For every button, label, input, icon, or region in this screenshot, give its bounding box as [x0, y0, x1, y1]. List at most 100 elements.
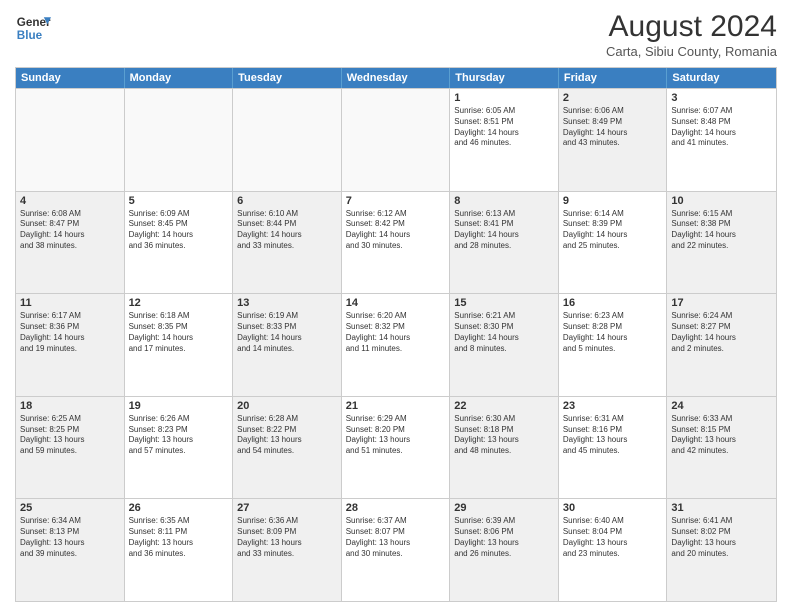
day-number: 11	[20, 297, 120, 309]
logo: General Blue	[15, 10, 51, 46]
month-title: August 2024	[606, 10, 777, 44]
day-info: Sunrise: 6:06 AM Sunset: 8:49 PM Dayligh…	[563, 106, 663, 149]
day-number: 7	[346, 195, 446, 207]
calendar: SundayMondayTuesdayWednesdayThursdayFrid…	[15, 67, 777, 602]
day-cell-5: 5 Sunrise: 6:09 AM Sunset: 8:45 PM Daylig…	[125, 192, 234, 294]
day-info: Sunrise: 6:13 AM Sunset: 8:41 PM Dayligh…	[454, 209, 554, 252]
day-header-thursday: Thursday	[450, 68, 559, 88]
day-number: 4	[20, 195, 120, 207]
day-info: Sunrise: 6:24 AM Sunset: 8:27 PM Dayligh…	[671, 311, 772, 354]
day-number: 21	[346, 400, 446, 412]
calendar-row-4: 18 Sunrise: 6:25 AM Sunset: 8:25 PM Dayli…	[16, 396, 776, 499]
day-cell-10: 10 Sunrise: 6:15 AM Sunset: 8:38 PM Dayli…	[667, 192, 776, 294]
day-cell-13: 13Sunrise: 6:19 AM Sunset: 8:33 PM Dayli…	[233, 294, 342, 396]
title-block: August 2024 Carta, Sibiu County, Romania	[606, 10, 777, 59]
day-cell-31: 31 Sunrise: 6:41 AM Sunset: 8:02 PM Dayli…	[667, 499, 776, 601]
calendar-row-3: 11 Sunrise: 6:17 AM Sunset: 8:36 PM Dayli…	[16, 293, 776, 396]
day-cell-22: 22 Sunrise: 6:30 AM Sunset: 8:18 PM Dayli…	[450, 397, 559, 499]
day-header-wednesday: Wednesday	[342, 68, 451, 88]
day-number: 31	[671, 502, 772, 514]
day-info: Sunrise: 6:10 AM Sunset: 8:44 PM Dayligh…	[237, 209, 337, 252]
day-info: Sunrise: 6:17 AM Sunset: 8:36 PM Dayligh…	[20, 311, 120, 354]
day-cell-4: 4 Sunrise: 6:08 AM Sunset: 8:47 PM Daylig…	[16, 192, 125, 294]
day-cell-7: 7 Sunrise: 6:12 AM Sunset: 8:42 PM Daylig…	[342, 192, 451, 294]
day-header-monday: Monday	[125, 68, 234, 88]
day-info: Sunrise: 6:36 AM Sunset: 8:09 PM Dayligh…	[237, 516, 337, 559]
day-number: 3	[671, 92, 772, 104]
day-cell-29: 29Sunrise: 6:39 AM Sunset: 8:06 PM Dayli…	[450, 499, 559, 601]
day-info: Sunrise: 6:12 AM Sunset: 8:42 PM Dayligh…	[346, 209, 446, 252]
day-cell-20: 20Sunrise: 6:28 AM Sunset: 8:22 PM Dayli…	[233, 397, 342, 499]
day-info: Sunrise: 6:09 AM Sunset: 8:45 PM Dayligh…	[129, 209, 229, 252]
day-cell-2: 2 Sunrise: 6:06 AM Sunset: 8:49 PM Daylig…	[559, 89, 668, 191]
day-cell-28: 28 Sunrise: 6:37 AM Sunset: 8:07 PM Dayli…	[342, 499, 451, 601]
day-info: Sunrise: 6:15 AM Sunset: 8:38 PM Dayligh…	[671, 209, 772, 252]
day-cell-9: 9Sunrise: 6:14 AM Sunset: 8:39 PM Daylig…	[559, 192, 668, 294]
day-info: Sunrise: 6:30 AM Sunset: 8:18 PM Dayligh…	[454, 414, 554, 457]
page: General Blue August 2024 Carta, Sibiu Co…	[0, 0, 792, 612]
day-number: 9	[563, 195, 663, 207]
calendar-row-5: 25Sunrise: 6:34 AM Sunset: 8:13 PM Dayli…	[16, 498, 776, 601]
calendar-row-2: 4 Sunrise: 6:08 AM Sunset: 8:47 PM Daylig…	[16, 191, 776, 294]
location-subtitle: Carta, Sibiu County, Romania	[606, 44, 777, 59]
day-cell-30: 30Sunrise: 6:40 AM Sunset: 8:04 PM Dayli…	[559, 499, 668, 601]
day-number: 2	[563, 92, 663, 104]
day-info: Sunrise: 6:35 AM Sunset: 8:11 PM Dayligh…	[129, 516, 229, 559]
day-cell-8: 8Sunrise: 6:13 AM Sunset: 8:41 PM Daylig…	[450, 192, 559, 294]
day-info: Sunrise: 6:20 AM Sunset: 8:32 PM Dayligh…	[346, 311, 446, 354]
day-number: 25	[20, 502, 120, 514]
day-number: 30	[563, 502, 663, 514]
day-cell-15: 15 Sunrise: 6:21 AM Sunset: 8:30 PM Dayli…	[450, 294, 559, 396]
day-cell-3: 3 Sunrise: 6:07 AM Sunset: 8:48 PM Daylig…	[667, 89, 776, 191]
day-number: 26	[129, 502, 229, 514]
day-number: 13	[237, 297, 337, 309]
day-number: 17	[671, 297, 772, 309]
header: General Blue August 2024 Carta, Sibiu Co…	[15, 10, 777, 59]
day-number: 15	[454, 297, 554, 309]
day-number: 24	[671, 400, 772, 412]
day-cell-11: 11 Sunrise: 6:17 AM Sunset: 8:36 PM Dayli…	[16, 294, 125, 396]
day-info: Sunrise: 6:21 AM Sunset: 8:30 PM Dayligh…	[454, 311, 554, 354]
day-number: 23	[563, 400, 663, 412]
day-cell-24: 24 Sunrise: 6:33 AM Sunset: 8:15 PM Dayli…	[667, 397, 776, 499]
day-header-friday: Friday	[559, 68, 668, 88]
day-info: Sunrise: 6:07 AM Sunset: 8:48 PM Dayligh…	[671, 106, 772, 149]
day-number: 5	[129, 195, 229, 207]
calendar-row-1: 1 Sunrise: 6:05 AM Sunset: 8:51 PM Daylig…	[16, 88, 776, 191]
day-number: 18	[20, 400, 120, 412]
day-info: Sunrise: 6:05 AM Sunset: 8:51 PM Dayligh…	[454, 106, 554, 149]
day-number: 22	[454, 400, 554, 412]
day-info: Sunrise: 6:29 AM Sunset: 8:20 PM Dayligh…	[346, 414, 446, 457]
day-number: 10	[671, 195, 772, 207]
day-info: Sunrise: 6:39 AM Sunset: 8:06 PM Dayligh…	[454, 516, 554, 559]
day-info: Sunrise: 6:33 AM Sunset: 8:15 PM Dayligh…	[671, 414, 772, 457]
day-cell-19: 19Sunrise: 6:26 AM Sunset: 8:23 PM Dayli…	[125, 397, 234, 499]
day-cell-27: 27 Sunrise: 6:36 AM Sunset: 8:09 PM Dayli…	[233, 499, 342, 601]
day-number: 16	[563, 297, 663, 309]
day-info: Sunrise: 6:37 AM Sunset: 8:07 PM Dayligh…	[346, 516, 446, 559]
day-number: 27	[237, 502, 337, 514]
day-cell-14: 14Sunrise: 6:20 AM Sunset: 8:32 PM Dayli…	[342, 294, 451, 396]
day-header-tuesday: Tuesday	[233, 68, 342, 88]
day-info: Sunrise: 6:08 AM Sunset: 8:47 PM Dayligh…	[20, 209, 120, 252]
empty-cell	[125, 89, 234, 191]
day-number: 6	[237, 195, 337, 207]
logo-icon: General Blue	[15, 10, 51, 46]
day-info: Sunrise: 6:23 AM Sunset: 8:28 PM Dayligh…	[563, 311, 663, 354]
day-number: 1	[454, 92, 554, 104]
empty-cell	[233, 89, 342, 191]
day-info: Sunrise: 6:28 AM Sunset: 8:22 PM Dayligh…	[237, 414, 337, 457]
day-cell-17: 17 Sunrise: 6:24 AM Sunset: 8:27 PM Dayli…	[667, 294, 776, 396]
empty-cell	[342, 89, 451, 191]
day-cell-18: 18 Sunrise: 6:25 AM Sunset: 8:25 PM Dayli…	[16, 397, 125, 499]
day-cell-23: 23 Sunrise: 6:31 AM Sunset: 8:16 PM Dayli…	[559, 397, 668, 499]
day-info: Sunrise: 6:25 AM Sunset: 8:25 PM Dayligh…	[20, 414, 120, 457]
day-info: Sunrise: 6:31 AM Sunset: 8:16 PM Dayligh…	[563, 414, 663, 457]
day-info: Sunrise: 6:26 AM Sunset: 8:23 PM Dayligh…	[129, 414, 229, 457]
day-cell-16: 16 Sunrise: 6:23 AM Sunset: 8:28 PM Dayli…	[559, 294, 668, 396]
day-cell-1: 1 Sunrise: 6:05 AM Sunset: 8:51 PM Daylig…	[450, 89, 559, 191]
day-cell-25: 25Sunrise: 6:34 AM Sunset: 8:13 PM Dayli…	[16, 499, 125, 601]
day-info: Sunrise: 6:41 AM Sunset: 8:02 PM Dayligh…	[671, 516, 772, 559]
calendar-body: 1 Sunrise: 6:05 AM Sunset: 8:51 PM Daylig…	[16, 88, 776, 601]
day-number: 28	[346, 502, 446, 514]
